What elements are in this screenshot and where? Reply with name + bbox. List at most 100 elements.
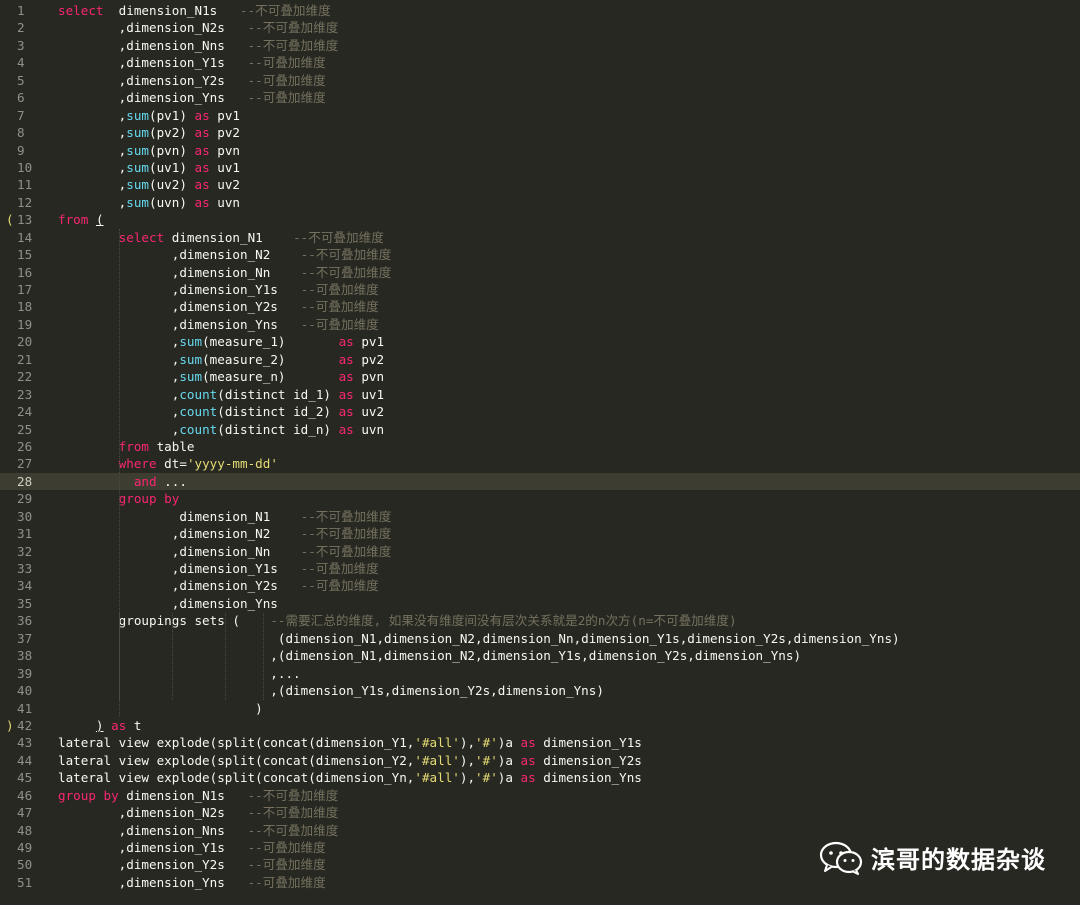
code-token: , xyxy=(58,107,127,123)
line-gutter: 3 xyxy=(0,37,52,54)
code-line[interactable]: 2 ,dimension_N2s --不可叠加维度 xyxy=(0,19,1080,36)
code-text: and ... xyxy=(58,473,187,490)
code-token: --不可叠加维度 xyxy=(247,20,339,36)
code-line[interactable]: 18 ,dimension_Y2s --可叠加维度 xyxy=(0,298,1080,315)
code-line[interactable]: 4 ,dimension_Y1s --可叠加维度 xyxy=(0,54,1080,71)
code-line[interactable]: 36 groupings sets ( --需要汇总的维度, 如果没有维度间没有… xyxy=(0,612,1080,629)
code-text: ,count(distinct id_1) as uv1 xyxy=(58,386,384,403)
code-line[interactable]: 41 ) xyxy=(0,700,1080,717)
code-line[interactable]: 12 ,sum(uvn) as uvn xyxy=(0,194,1080,211)
code-line[interactable]: 11 ,sum(uv2) as uv2 xyxy=(0,176,1080,193)
code-line[interactable]: 29 group by xyxy=(0,490,1080,507)
line-gutter: 24 xyxy=(0,403,52,420)
code-token: sum xyxy=(126,177,149,193)
line-gutter: 26 xyxy=(0,438,52,455)
code-line[interactable]: 16 ,dimension_Nn --不可叠加维度 xyxy=(0,264,1080,281)
code-line[interactable]: 1 select dimension_N1s --不可叠加维度 xyxy=(0,2,1080,19)
line-gutter: 38 xyxy=(0,647,52,664)
code-line[interactable]: 6 ,dimension_Yns --可叠加维度 xyxy=(0,89,1080,106)
code-line[interactable]: 34 ,dimension_Y2s --可叠加维度 xyxy=(0,577,1080,594)
code-line[interactable]: 47 ,dimension_N2s --不可叠加维度 xyxy=(0,804,1080,821)
code-line[interactable]: 35 ,dimension_Yns xyxy=(0,595,1080,612)
line-gutter: 45 xyxy=(0,769,52,786)
code-line[interactable]: 30 dimension_N1 --不可叠加维度 xyxy=(0,508,1080,525)
code-line[interactable]: 3 ,dimension_Nns --不可叠加维度 xyxy=(0,37,1080,54)
code-token: sum xyxy=(179,334,203,350)
line-gutter: 46 xyxy=(0,787,52,804)
code-line[interactable]: 7 ,sum(pv1) as pv1 xyxy=(0,107,1080,124)
code-line[interactable]: 44 lateral view explode(split(concat(dime… xyxy=(0,752,1080,769)
code-token: (uv1) xyxy=(149,159,195,175)
code-line[interactable]: 9 ,sum(pvn) as pvn xyxy=(0,142,1080,159)
line-number: 23 xyxy=(17,386,33,402)
line-number: 51 xyxy=(17,874,33,890)
code-line[interactable]: (13 from ( xyxy=(0,211,1080,228)
code-token: --可叠加维度 xyxy=(300,282,379,297)
code-line[interactable]: 21 ,sum(measure_2) as pv2 xyxy=(0,351,1080,368)
line-number: 21 xyxy=(17,351,33,367)
code-line[interactable]: 14 select dimension_N1 --不可叠加维度 xyxy=(0,229,1080,246)
code-line[interactable]: 17 ,dimension_Y1s --可叠加维度 xyxy=(0,281,1080,298)
code-token: --可叠加维度 xyxy=(300,561,379,576)
code-line[interactable]: 48 ,dimension_Nns --不可叠加维度 xyxy=(0,822,1080,839)
line-number: 31 xyxy=(17,526,33,542)
code-line[interactable]: 19 ,dimension_Yns --可叠加维度 xyxy=(0,316,1080,333)
code-line[interactable]: 33 ,dimension_Y1s --可叠加维度 xyxy=(0,560,1080,577)
code-text: select dimension_N1s --不可叠加维度 xyxy=(58,2,331,19)
code-line[interactable]: 51 ,dimension_Yns --可叠加维度 xyxy=(0,874,1080,891)
line-number: 46 xyxy=(17,787,33,803)
code-line[interactable]: 39 ,... xyxy=(0,665,1080,682)
code-line[interactable]: 46 group by dimension_N1s --不可叠加维度 xyxy=(0,787,1080,804)
code-token: ,dimension_Y1s xyxy=(58,55,248,71)
line-number: 38 xyxy=(17,648,33,664)
code-text: ,dimension_Y2s --可叠加维度 xyxy=(58,577,379,594)
code-line[interactable]: 25 ,count(distinct id_n) as uvn xyxy=(0,421,1080,438)
line-gutter: 27 xyxy=(0,455,52,472)
code-token: )a xyxy=(497,752,521,768)
code-token: dt= xyxy=(156,456,187,472)
code-token: ,dimension_Y2s xyxy=(58,578,301,594)
line-gutter: 5 xyxy=(0,72,52,89)
code-token: uvn xyxy=(353,421,385,437)
code-token: (distinct id_n) xyxy=(217,421,339,437)
code-token: ,dimension_Y1s xyxy=(58,840,248,855)
code-line[interactable]: 5 ,dimension_Y2s --可叠加维度 xyxy=(0,72,1080,89)
code-token: select xyxy=(58,3,104,18)
code-line[interactable]: 20 ,sum(measure_1) as pv1 xyxy=(0,333,1080,350)
code-line[interactable]: 32 ,dimension_Nn --不可叠加维度 xyxy=(0,543,1080,560)
code-line[interactable]: 24 ,count(distinct id_2) as uv2 xyxy=(0,403,1080,420)
fold-marker[interactable]: ( xyxy=(6,211,14,228)
code-line[interactable]: 43 lateral view explode(split(concat(dime… xyxy=(0,734,1080,751)
code-token: , xyxy=(58,194,127,210)
line-number: 30 xyxy=(17,508,33,524)
code-line[interactable]: 26 from table xyxy=(0,438,1080,455)
code-line[interactable]: 31 ,dimension_N2 --不可叠加维度 xyxy=(0,525,1080,542)
code-line[interactable]: 8 ,sum(pv2) as pv2 xyxy=(0,124,1080,141)
code-token: ,dimension_N2s xyxy=(58,805,248,821)
code-editor[interactable]: 1 select dimension_N1s --不可叠加维度 2 ,dimensi… xyxy=(0,2,1080,891)
code-text: ,dimension_N2 --不可叠加维度 xyxy=(58,525,392,542)
code-line[interactable]: 40 ,(dimension_Y1s,dimension_Y2s,dimensi… xyxy=(0,682,1080,699)
code-token: ,dimension_N2 xyxy=(58,247,301,263)
code-line[interactable]: ) 42 ) as t xyxy=(0,717,1080,734)
code-line[interactable]: 10 ,sum(uv1) as uv1 xyxy=(0,159,1080,176)
line-number: 14 xyxy=(17,229,33,245)
line-number: 39 xyxy=(17,665,33,681)
code-line[interactable]: 38 ,(dimension_N1,dimension_N2,dimension… xyxy=(0,647,1080,664)
code-token: as xyxy=(194,159,210,175)
code-line[interactable]: 27 where dt='yyyy-mm-dd' xyxy=(0,455,1080,472)
code-token: sum xyxy=(126,125,149,141)
line-gutter: 48 xyxy=(0,822,52,839)
code-token: pvn xyxy=(353,369,385,385)
code-text: lateral view explode(split(concat(dimens… xyxy=(58,769,642,786)
code-line[interactable]: 23 ,count(distinct id_1) as uv1 xyxy=(0,386,1080,403)
code-text: ,dimension_N2s --不可叠加维度 xyxy=(58,804,339,821)
code-line[interactable]: 15 ,dimension_N2 --不可叠加维度 xyxy=(0,246,1080,263)
fold-marker[interactable]: ) xyxy=(6,717,14,734)
code-line[interactable]: 45 lateral view explode(split(concat(dime… xyxy=(0,769,1080,786)
code-line[interactable]: 22 ,sum(measure_n) as pvn xyxy=(0,368,1080,385)
code-text: ,... xyxy=(58,665,300,682)
code-line[interactable]: 37 (dimension_N1,dimension_N2,dimension_… xyxy=(0,630,1080,647)
code-line[interactable]: 28 and ... xyxy=(0,472,1080,491)
